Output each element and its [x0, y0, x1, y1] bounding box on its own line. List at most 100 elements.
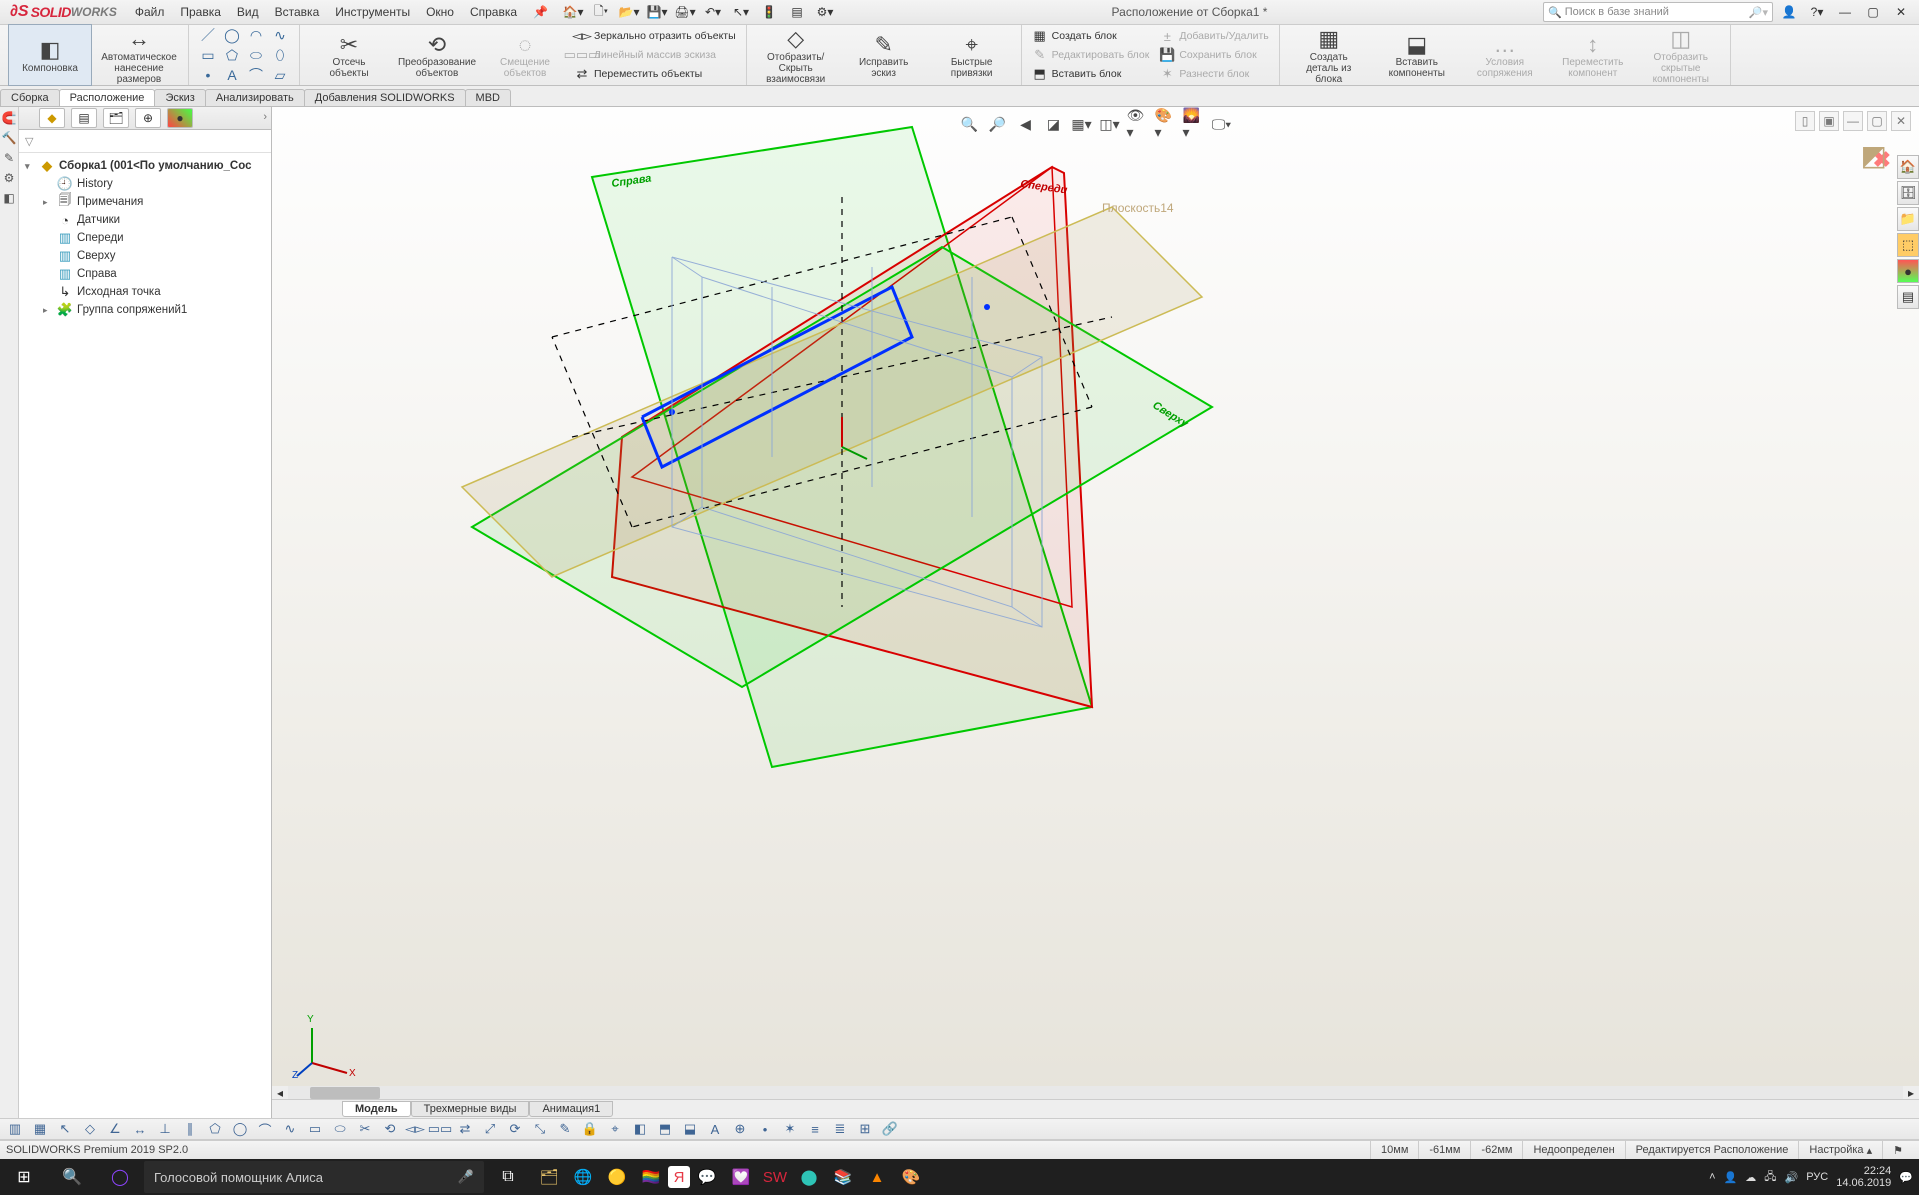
fm-tab-prop[interactable]: ▤	[71, 108, 97, 128]
tab-assembly[interactable]: Сборка	[0, 89, 60, 106]
sb-icon[interactable]: ⤢	[481, 1120, 499, 1138]
qat-new-icon[interactable]: 🗋▾	[590, 1, 612, 23]
taskbar-search-icon[interactable]: 🔍	[48, 1159, 96, 1195]
ribbon-make-block[interactable]: ▦Создать блок	[1030, 28, 1152, 45]
sb-icon[interactable]: 🔗	[881, 1120, 899, 1138]
task-view-icon[interactable]: ⧉	[484, 1159, 532, 1195]
sb-icon[interactable]: ◅▻	[406, 1120, 424, 1138]
orientation-triad[interactable]: Y X Z	[292, 1008, 362, 1078]
tree-item-right[interactable]: ▥Справа	[19, 265, 271, 283]
sb-icon[interactable]: ◯	[231, 1120, 249, 1138]
sb-icon[interactable]: ⬓	[681, 1120, 699, 1138]
mic-icon[interactable]: 🎤	[458, 1169, 474, 1185]
tray-notifications-icon[interactable]: 💬	[1899, 1171, 1913, 1184]
sb-icon[interactable]: ⊕	[731, 1120, 749, 1138]
sb-icon[interactable]: ⊥	[156, 1120, 174, 1138]
sb-icon[interactable]: ≡	[806, 1120, 824, 1138]
rail-icon[interactable]: ⚙	[4, 171, 15, 185]
qat-options-icon[interactable]: ▤	[786, 1, 808, 23]
sb-icon[interactable]: ⊞	[856, 1120, 874, 1138]
sb-icon[interactable]: ▭▭	[431, 1120, 449, 1138]
search-go-icon[interactable]: 🔎▾	[1749, 6, 1768, 19]
menu-view[interactable]: Вид	[229, 5, 267, 19]
polygon-icon[interactable]: ⬠	[221, 46, 243, 64]
sb-icon[interactable]: ⇄	[456, 1120, 474, 1138]
fm-tab-tree[interactable]: ◆	[39, 108, 65, 128]
app-viber-icon[interactable]: 💟	[724, 1159, 758, 1195]
kb-search-input[interactable]: 🔍 Поиск в базе знаний 🔎▾	[1543, 2, 1773, 22]
qat-print-icon[interactable]: 🖨▾	[674, 1, 696, 23]
sb-icon[interactable]: ⟳	[506, 1120, 524, 1138]
sb-icon[interactable]: ⬠	[206, 1120, 224, 1138]
sb-icon[interactable]: ↖	[56, 1120, 74, 1138]
sb-icon[interactable]: ⟲	[381, 1120, 399, 1138]
sb-icon[interactable]: ∥	[181, 1120, 199, 1138]
window-close-icon[interactable]: ✕	[1889, 2, 1913, 22]
sb-icon[interactable]: ✂	[356, 1120, 374, 1138]
qat-settings-icon[interactable]: ⚙▾	[814, 1, 836, 23]
ribbon-convert[interactable]: ⟲Преобразование объектов	[396, 25, 478, 85]
text-icon[interactable]: A	[221, 66, 243, 84]
app-yandex-icon[interactable]: Я	[668, 1166, 690, 1188]
tree-item-origin[interactable]: ↳Исходная точка	[19, 283, 271, 301]
tab-sketch[interactable]: Эскиз	[154, 89, 205, 106]
window-minimize-icon[interactable]: —	[1833, 2, 1857, 22]
sb-icon[interactable]: ◧	[631, 1120, 649, 1138]
fm-tab-conf[interactable]: 🗂	[103, 108, 129, 128]
app-paint-icon[interactable]: 🎨	[894, 1159, 928, 1195]
slot-icon[interactable]: ⬭	[245, 46, 267, 64]
sb-icon[interactable]: ✎	[556, 1120, 574, 1138]
ellipse-icon[interactable]: ⬯	[269, 46, 291, 64]
app-flag-icon[interactable]: 🏳️‍🌈	[634, 1159, 668, 1195]
sb-icon[interactable]: A	[706, 1120, 724, 1138]
sb-icon[interactable]: ↔	[131, 1120, 149, 1138]
menu-file[interactable]: Файл	[127, 5, 173, 19]
menu-edit[interactable]: Правка	[172, 5, 229, 19]
sb-icon[interactable]: ∠	[106, 1120, 124, 1138]
qat-home-icon[interactable]: 🏠▾	[562, 1, 584, 23]
ribbon-part-from-block[interactable]: ▦Создать деталь из блока	[1288, 25, 1370, 85]
rect-icon[interactable]: ▭	[197, 46, 219, 64]
rail-icon[interactable]: ◧	[3, 191, 14, 205]
app-winrar-icon[interactable]: 📚	[826, 1159, 860, 1195]
btab-anim[interactable]: Анимация1	[529, 1101, 613, 1117]
sb-icon[interactable]: ✶	[781, 1120, 799, 1138]
point-icon[interactable]: •	[197, 66, 219, 84]
sb-icon[interactable]: ⌖	[606, 1120, 624, 1138]
qat-undo-icon[interactable]: ↶▾	[702, 1, 724, 23]
tray-lang[interactable]: РУС	[1806, 1171, 1828, 1183]
rail-icon[interactable]: 🧲	[2, 111, 17, 125]
qat-select-icon[interactable]: ↖▾	[730, 1, 752, 23]
menu-window[interactable]: Окно	[418, 5, 462, 19]
menu-insert[interactable]: Вставка	[267, 5, 328, 19]
fm-tab-disp[interactable]: ⊕	[135, 108, 161, 128]
btab-model[interactable]: Модель	[342, 1101, 411, 1117]
sb-icon[interactable]: ▥	[6, 1120, 24, 1138]
plane-icon[interactable]: ▱	[269, 66, 291, 84]
ribbon-trim[interactable]: ✂Отсечь объекты	[308, 25, 390, 85]
taskbar-search-input[interactable]: Голосовой помощник Алиса 🎤	[144, 1161, 484, 1193]
tray-up-icon[interactable]: ˄	[1709, 1171, 1715, 1183]
feature-filter-input[interactable]: ▽	[19, 130, 271, 153]
app-solidworks-icon[interactable]: SW	[758, 1159, 792, 1195]
tree-item-mates[interactable]: ▸🧩Группа сопряжений1	[19, 301, 271, 319]
ribbon-komponovka[interactable]: ◧ Компоновка	[8, 24, 92, 86]
ribbon-insert-block[interactable]: ⬒Вставить блок	[1030, 66, 1152, 83]
sb-icon[interactable]: •	[756, 1120, 774, 1138]
tree-item-sensors[interactable]: ◔Датчики	[19, 211, 271, 229]
tab-mbd[interactable]: MBD	[465, 89, 511, 106]
sb-icon[interactable]: ⤡	[531, 1120, 549, 1138]
sb-icon[interactable]: ≣	[831, 1120, 849, 1138]
tray-volume-icon[interactable]: 🔊	[1785, 1171, 1799, 1184]
graphics-viewport[interactable]: 🔍 🔎 ◀ ◪ ▦▾ ◫▾ 👁▾ 🎨▾ 🌄▾ 🖵▾ ▯ ▣ — ▢ ✕ ✖ ◩ …	[272, 107, 1919, 1118]
ribbon-auto-dim[interactable]: ↔ Автоматическое нанесение размеров	[98, 25, 180, 85]
tree-item-front[interactable]: ▥Спереди	[19, 229, 271, 247]
start-button[interactable]: ⊞	[0, 1159, 48, 1195]
status-flag-icon[interactable]: ⚑	[1882, 1141, 1913, 1159]
fm-tab-appearance[interactable]: ●	[167, 108, 193, 128]
tab-layout[interactable]: Расположение	[59, 89, 156, 106]
status-custom[interactable]: Настройка ▴	[1798, 1141, 1882, 1159]
qat-open-icon[interactable]: 📂▾	[618, 1, 640, 23]
cortana-ring-icon[interactable]: ◯	[96, 1159, 144, 1195]
sb-icon[interactable]: ∿	[281, 1120, 299, 1138]
